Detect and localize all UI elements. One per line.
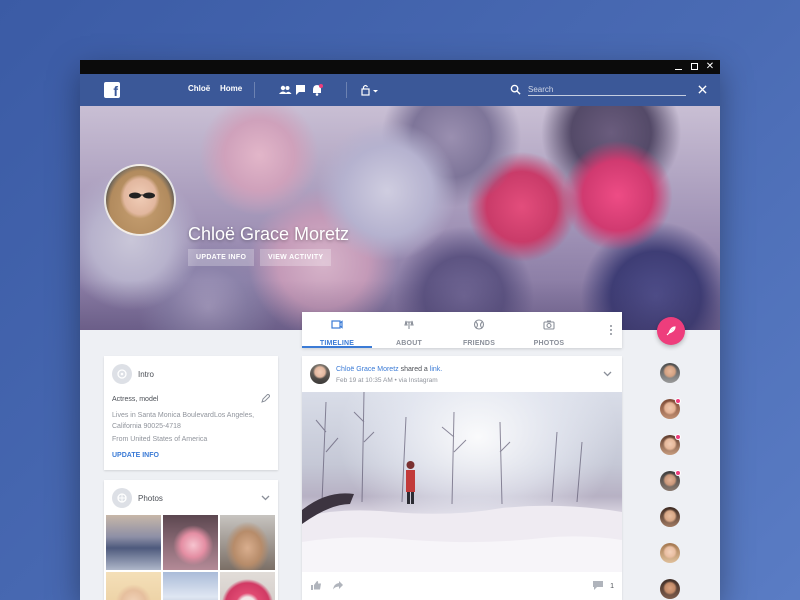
friend-avatar[interactable] <box>660 579 680 599</box>
profile-avatar[interactable] <box>104 164 176 236</box>
about-icon <box>404 320 414 329</box>
post-header: Chloë Grace Moretz shared a link. <box>336 366 442 373</box>
photo-thumbnail[interactable] <box>163 572 218 600</box>
tab-about[interactable]: ABOUT <box>374 312 444 348</box>
friends-icon <box>473 319 485 330</box>
sunglasses-graphic <box>129 192 155 199</box>
profile-name: Chloë Grace Moretz <box>188 224 350 244</box>
post-meta: Feb 19 at 10:35 AM • via Instagram <box>336 377 438 384</box>
search-icon[interactable] <box>510 84 521 95</box>
photo-thumbnail[interactable] <box>106 515 161 570</box>
window-titlebar: ✕ <box>80 60 720 74</box>
online-status-dot <box>675 470 681 476</box>
post-photo[interactable] <box>302 392 622 572</box>
intro-from: From United States of America <box>112 436 208 443</box>
friend-avatar[interactable] <box>660 434 681 455</box>
messages-icon[interactable] <box>294 83 308 97</box>
snowy-forest-graphic <box>302 392 622 572</box>
photo-thumbnail[interactable] <box>163 515 218 570</box>
nav-link-profile[interactable]: Chloë <box>188 84 210 93</box>
chevron-down-icon[interactable] <box>261 494 270 501</box>
camera-icon <box>543 320 555 330</box>
intro-icon <box>112 364 132 384</box>
intro-card: Intro Actress, model Lives in Santa Moni… <box>104 356 278 470</box>
clear-search-icon[interactable] <box>698 85 707 94</box>
photo-thumbnail[interactable] <box>106 572 161 600</box>
top-navbar: f Chloë Home <box>80 74 720 106</box>
minimize-button[interactable] <box>670 60 686 74</box>
app-window: ✕ f Chloë Home Search Chloë Grace Moretz… <box>80 60 720 600</box>
intro-occupation: Actress, model <box>112 396 159 403</box>
photos-icon <box>112 488 132 508</box>
intro-update-link[interactable]: UPDATE INFO <box>112 452 159 459</box>
post-object-link[interactable]: link. <box>430 366 442 373</box>
tab-label: ABOUT <box>396 340 422 347</box>
comment-icon[interactable] <box>592 580 604 591</box>
photos-title: Photos <box>138 494 163 503</box>
maximize-button[interactable] <box>686 60 702 74</box>
nav-divider <box>254 82 255 98</box>
search-input[interactable] <box>528 83 686 96</box>
friend-avatar[interactable] <box>660 507 680 527</box>
facebook-logo[interactable]: f <box>104 82 120 99</box>
intro-title: Intro <box>138 370 155 379</box>
privacy-lock-icon[interactable] <box>360 83 380 97</box>
post-action-text: shared a <box>398 366 430 373</box>
friend-avatar[interactable] <box>660 398 681 419</box>
like-icon[interactable] <box>310 580 322 591</box>
friend-requests-icon[interactable] <box>278 83 292 97</box>
search-bar <box>510 82 710 98</box>
tab-timeline[interactable]: TIMELINE <box>302 312 372 348</box>
friend-avatar[interactable] <box>660 543 680 563</box>
comment-count: 1 <box>610 583 614 590</box>
more-options-icon[interactable] <box>608 324 614 336</box>
post-author-link[interactable]: Chloë Grace Moretz <box>336 366 399 373</box>
update-info-button[interactable]: UPDATE INFO <box>188 249 255 266</box>
close-window-button[interactable]: ✕ <box>702 60 718 74</box>
tab-label: FRIENDS <box>462 340 496 347</box>
share-icon[interactable] <box>332 580 344 591</box>
online-status-dot <box>675 398 681 404</box>
tab-friends[interactable]: FRIENDS <box>444 312 514 348</box>
nav-divider <box>346 82 347 98</box>
tab-label: TIMELINE <box>319 340 355 347</box>
post-actions: 1 <box>302 572 622 600</box>
photo-thumbnail[interactable] <box>220 572 275 600</box>
photo-thumbnail[interactable] <box>220 515 275 570</box>
friend-avatar[interactable] <box>660 363 680 383</box>
edit-pencil-icon[interactable] <box>261 394 270 403</box>
tab-label: PHOTOS <box>533 340 565 347</box>
photos-card: Photos <box>104 480 278 600</box>
timeline-icon <box>331 320 343 329</box>
tab-photos[interactable]: PHOTOS <box>514 312 584 348</box>
intro-lives-in: Lives in Santa Monica BoulevardLos Angel… <box>112 412 255 419</box>
view-activity-button[interactable]: VIEW ACTIVITY <box>260 249 332 266</box>
compose-fab-button[interactable] <box>657 317 685 345</box>
post-card: Chloë Grace Moretz shared a link. Feb 19… <box>302 356 622 600</box>
online-status-dot <box>675 434 681 440</box>
intro-lives-in-zip: California 90025-4718 <box>112 423 181 430</box>
nav-link-home[interactable]: Home <box>220 84 242 93</box>
cover-photo <box>80 106 720 330</box>
profile-tabs: TIMELINE ABOUT FRIENDS PHOTOS <box>302 312 622 348</box>
feather-icon <box>666 326 676 336</box>
notifications-icon[interactable] <box>310 83 324 97</box>
post-author-avatar[interactable] <box>310 364 330 384</box>
chevron-down-icon[interactable] <box>603 370 612 377</box>
friend-avatar[interactable] <box>660 470 681 491</box>
